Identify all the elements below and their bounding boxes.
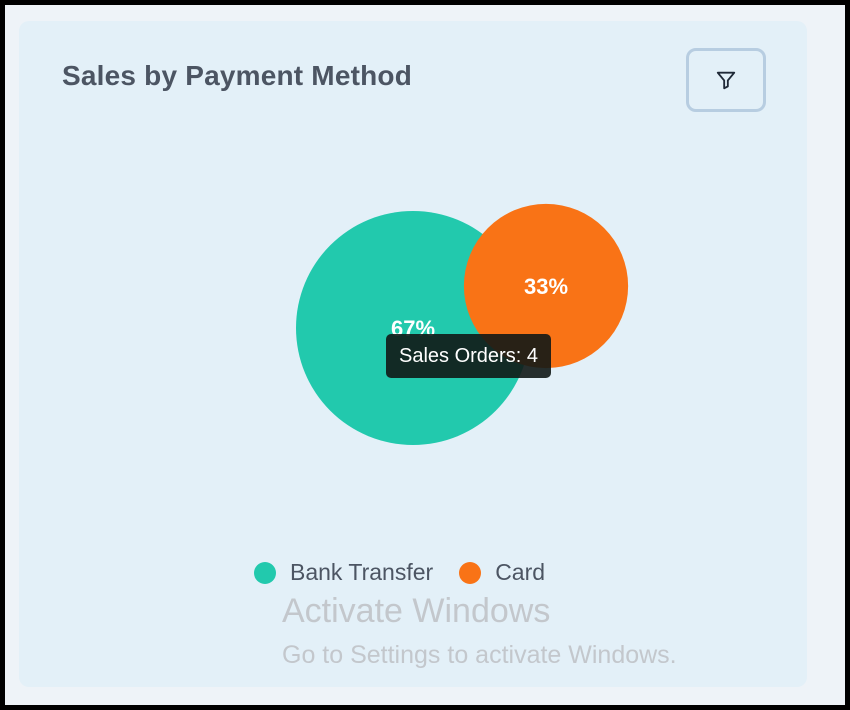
legend-dot-bank-transfer xyxy=(254,561,276,584)
chart-tooltip: Sales Orders: 4 xyxy=(386,334,551,378)
legend-item-card[interactable]: Card xyxy=(459,559,545,586)
screenshot-frame: Sales by Payment Method 67% 33% Sales Ord… xyxy=(5,5,845,705)
slice-label-card: 33% xyxy=(524,274,568,299)
legend-item-bank-transfer[interactable]: Bank Transfer xyxy=(254,559,433,586)
legend-dot-card xyxy=(459,561,482,584)
legend-label-bank-transfer: Bank Transfer xyxy=(290,559,434,585)
chart-legend: Bank Transfer Card xyxy=(254,559,545,586)
legend-label-card: Card xyxy=(495,559,546,585)
sales-by-payment-method-card: Sales by Payment Method 67% 33% Sales Ord… xyxy=(19,21,807,687)
